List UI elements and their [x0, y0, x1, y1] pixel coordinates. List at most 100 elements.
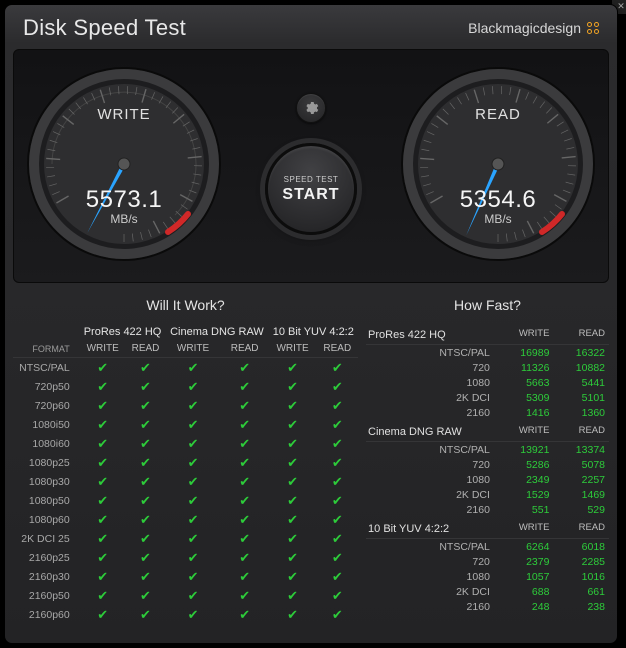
read-value: 1016 [553, 569, 609, 584]
check-cell: ✔ [269, 605, 317, 624]
check-cell: ✔ [269, 472, 317, 491]
check-cell: ✔ [126, 472, 166, 491]
table-row: 2160p25✔✔✔✔✔✔ [13, 548, 358, 567]
format-label: 1080p50 [13, 491, 80, 510]
check-icon: ✔ [332, 550, 343, 565]
check-cell: ✔ [80, 415, 126, 434]
resolution-label: 1080 [366, 569, 498, 584]
check-cell: ✔ [165, 453, 220, 472]
check-cell: ✔ [80, 510, 126, 529]
table-row: 2K DCI 25✔✔✔✔✔✔ [13, 529, 358, 548]
table-row: 2K DCI688661 [366, 584, 609, 599]
sub-header: READ [317, 340, 358, 358]
check-icon: ✔ [332, 569, 343, 584]
sub-header: READ [126, 340, 166, 358]
will-it-work-panel: Will It Work? ProRes 422 HQ Cinema DNG R… [13, 291, 358, 624]
resolution-label: 2160 [366, 599, 498, 614]
check-icon: ✔ [140, 607, 151, 622]
check-cell: ✔ [80, 396, 126, 415]
format-header: FORMAT [13, 340, 80, 358]
table-row: 1080p30✔✔✔✔✔✔ [13, 472, 358, 491]
check-cell: ✔ [126, 434, 166, 453]
check-cell: ✔ [80, 377, 126, 396]
write-value: 5309 [498, 390, 554, 405]
check-icon: ✔ [239, 417, 250, 432]
check-cell: ✔ [126, 510, 166, 529]
table-row: 72023792285 [366, 554, 609, 569]
check-cell: ✔ [80, 491, 126, 510]
check-icon: ✔ [332, 398, 343, 413]
read-gauge: READ 5354.6 MB/s [398, 64, 598, 264]
resolution-label: 720 [366, 360, 498, 375]
table-row: 720p50✔✔✔✔✔✔ [13, 377, 358, 396]
check-icon: ✔ [188, 436, 199, 451]
table-row: 108056635441 [366, 375, 609, 390]
check-icon: ✔ [188, 588, 199, 603]
table-row: NTSC/PAL1392113374 [366, 442, 609, 458]
check-cell: ✔ [221, 567, 269, 586]
format-label: 2160p25 [13, 548, 80, 567]
write-value: 13921 [498, 442, 554, 458]
check-icon: ✔ [97, 550, 108, 565]
check-cell: ✔ [269, 453, 317, 472]
write-value: 551 [498, 502, 554, 517]
check-cell: ✔ [165, 605, 220, 624]
write-value: 688 [498, 584, 554, 599]
table-row: NTSC/PAL✔✔✔✔✔✔ [13, 358, 358, 378]
write-gauge-label: WRITE [24, 106, 224, 123]
app-window: Disk Speed Test Blackmagicdesign WR [4, 4, 618, 644]
check-icon: ✔ [239, 436, 250, 451]
format-label: NTSC/PAL [13, 358, 80, 378]
check-icon: ✔ [140, 398, 151, 413]
format-label: 720p60 [13, 396, 80, 415]
check-cell: ✔ [126, 491, 166, 510]
check-cell: ✔ [126, 548, 166, 567]
sub-header: WRITE [498, 517, 554, 539]
read-gauge-value: 5354.6 [398, 186, 598, 214]
settings-button[interactable] [296, 93, 326, 123]
check-icon: ✔ [239, 360, 250, 375]
check-cell: ✔ [317, 415, 358, 434]
table-row: 108010571016 [366, 569, 609, 584]
read-value: 16322 [553, 345, 609, 361]
check-cell: ✔ [80, 472, 126, 491]
check-cell: ✔ [221, 491, 269, 510]
check-icon: ✔ [287, 360, 298, 375]
check-cell: ✔ [80, 453, 126, 472]
check-icon: ✔ [332, 455, 343, 470]
check-icon: ✔ [188, 569, 199, 584]
table-row: 216014161360 [366, 405, 609, 420]
check-icon: ✔ [140, 455, 151, 470]
read-value: 2257 [553, 472, 609, 487]
codec-header: 10 Bit YUV 4:2:2 [269, 323, 358, 340]
format-label: 1080i50 [13, 415, 80, 434]
table-row: 1080i50✔✔✔✔✔✔ [13, 415, 358, 434]
check-cell: ✔ [269, 548, 317, 567]
format-label: 2160p50 [13, 586, 80, 605]
check-icon: ✔ [332, 360, 343, 375]
check-icon: ✔ [97, 455, 108, 470]
codec-header: ProRes 422 HQ [80, 323, 166, 340]
resolution-label: 720 [366, 554, 498, 569]
write-value: 6264 [498, 539, 554, 555]
will-it-work-title: Will It Work? [13, 291, 358, 323]
start-button[interactable]: SPEED TEST START [265, 143, 357, 235]
check-icon: ✔ [97, 398, 108, 413]
resolution-label: 2160 [366, 502, 498, 517]
app-title: Disk Speed Test [23, 15, 186, 41]
check-cell: ✔ [165, 472, 220, 491]
check-cell: ✔ [165, 377, 220, 396]
table-row: NTSC/PAL62646018 [366, 539, 609, 555]
resolution-label: 2K DCI [366, 584, 498, 599]
check-cell: ✔ [317, 605, 358, 624]
resolution-label: 720 [366, 457, 498, 472]
check-icon: ✔ [287, 398, 298, 413]
check-icon: ✔ [188, 455, 199, 470]
check-cell: ✔ [221, 510, 269, 529]
check-cell: ✔ [165, 567, 220, 586]
read-gauge-label: READ [398, 106, 598, 123]
check-icon: ✔ [332, 512, 343, 527]
check-cell: ✔ [221, 453, 269, 472]
check-icon: ✔ [239, 588, 250, 603]
check-icon: ✔ [188, 512, 199, 527]
